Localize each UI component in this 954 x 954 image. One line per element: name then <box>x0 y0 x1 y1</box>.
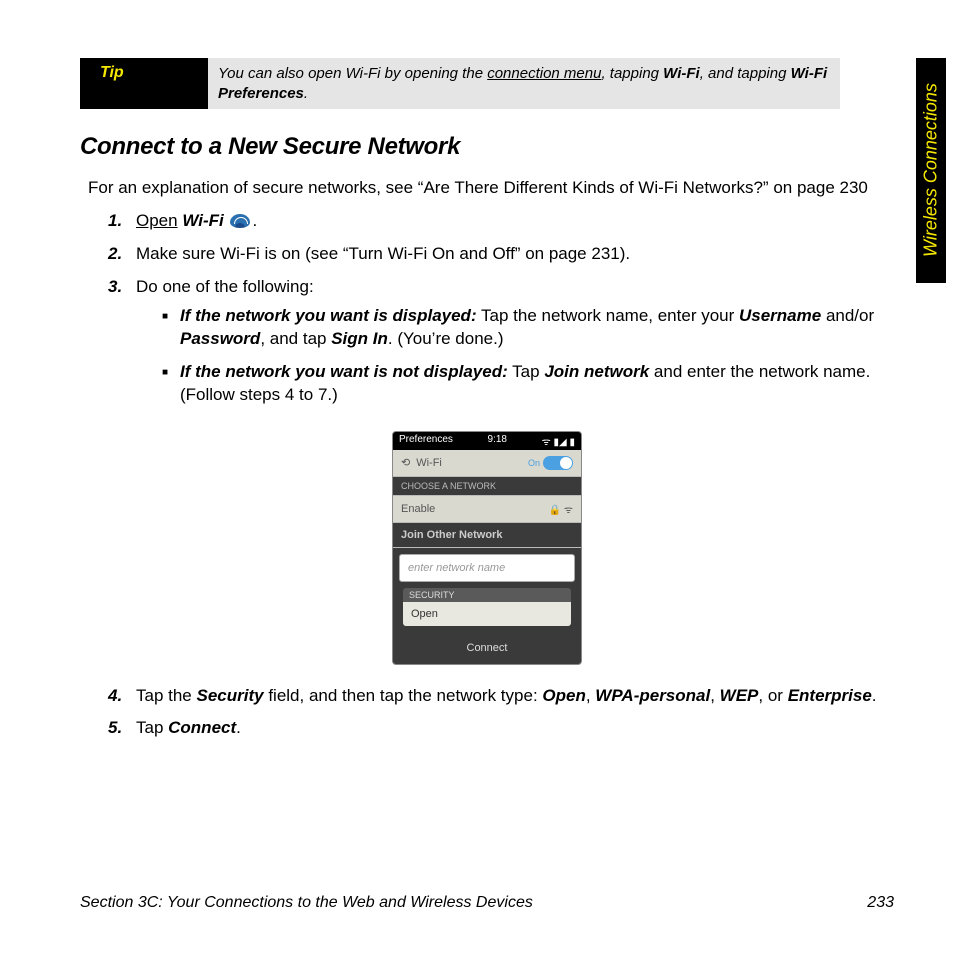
network-row-enable[interactable]: Enable 🔒 ᯤ <box>393 496 581 523</box>
status-left: Preferences <box>399 434 453 448</box>
wifi-icon <box>230 214 250 228</box>
step-2: 2. Make sure Wi-Fi is on (see “Turn Wi-F… <box>108 243 898 266</box>
page-footer: Section 3C: Your Connections to the Web … <box>80 894 894 912</box>
intro-paragraph: For an explanation of secure networks, s… <box>88 177 908 200</box>
app-name: Wi-Fi <box>182 211 223 230</box>
steps-list: 1. Open Wi-Fi . 2. Make sure Wi-Fi is on… <box>108 210 898 417</box>
step-text: . <box>252 211 257 230</box>
step-number: 4. <box>108 685 136 708</box>
side-tab: Wireless Connections <box>916 58 946 283</box>
signal-icon: 🔒 ᯤ <box>549 502 573 516</box>
step-number: 1. <box>108 210 136 233</box>
step-text: . <box>236 718 241 737</box>
bullet-icon: ■ <box>162 305 180 351</box>
sub-text: . (You’re done.) <box>388 329 504 348</box>
manual-page: Wireless Connections Tip You can also op… <box>0 0 954 954</box>
section-heading: Connect to a New Secure Network <box>80 133 894 161</box>
tip-label: Tip <box>80 58 208 109</box>
step-text: field, and then tap the network type: <box>264 686 543 705</box>
step-number: 2. <box>108 243 136 266</box>
phone-status-bar: Preferences 9:18 ᯤ ▮◢ ▮ <box>393 432 581 450</box>
bullet-icon: ■ <box>162 361 180 407</box>
phone-screenshot: Preferences 9:18 ᯤ ▮◢ ▮ ⟲ Wi-Fi On CHOOSE… <box>80 431 894 665</box>
term: Sign In <box>331 329 388 348</box>
wifi-toggle[interactable] <box>543 456 573 470</box>
wifi-small-icon: ⟲ <box>401 456 410 469</box>
tip-text: You can also open Wi-Fi by opening the <box>218 65 487 82</box>
security-field[interactable]: SECURITY Open <box>403 588 571 626</box>
term: Join network <box>544 362 649 381</box>
phone-screen: Preferences 9:18 ᯤ ▮◢ ▮ ⟲ Wi-Fi On CHOOSE… <box>392 431 582 665</box>
footer-section: Section 3C: Your Connections to the Web … <box>80 894 533 912</box>
step-number: 5. <box>108 717 136 740</box>
open-link[interactable]: Open <box>136 211 178 230</box>
step-text: . <box>872 686 877 705</box>
step-text: , <box>710 686 719 705</box>
sub-text: Tap <box>508 362 545 381</box>
connect-button[interactable]: Connect <box>393 634 581 664</box>
sub-text: , and tap <box>260 329 331 348</box>
term: Enterprise <box>788 686 872 705</box>
step-5: 5. Tap Connect. <box>108 717 898 740</box>
sub-text: Tap the network name, enter your <box>477 306 739 325</box>
step-1: 1. Open Wi-Fi . <box>108 210 898 233</box>
wifi-label: Wi-Fi <box>416 457 442 469</box>
step-number: 3. <box>108 276 136 417</box>
term: WPA-personal <box>595 686 710 705</box>
sub-text: and/or <box>821 306 874 325</box>
sub-item-displayed: ■ If the network you want is displayed: … <box>162 305 898 351</box>
step-text: Do one of the following: <box>136 277 314 296</box>
tip-text: , and tapping <box>700 65 791 82</box>
tip-text: . <box>304 85 308 102</box>
network-name: Enable <box>401 503 435 515</box>
security-value: Open <box>403 602 571 626</box>
steps-list-cont: 4. Tap the Security field, and then tap … <box>108 685 898 741</box>
connection-menu-link[interactable]: connection menu <box>487 65 601 82</box>
toggle-label: On <box>528 458 540 468</box>
step-text: Make sure Wi-Fi is on (see “Turn Wi-Fi O… <box>136 243 898 266</box>
step-text: , <box>586 686 595 705</box>
sub-list: ■ If the network you want is displayed: … <box>162 305 898 407</box>
step-text: Tap the <box>136 686 197 705</box>
choose-network-header: CHOOSE A NETWORK <box>393 477 581 496</box>
step-text: Tap <box>136 718 168 737</box>
term: Security <box>197 686 264 705</box>
step-4: 4. Tap the Security field, and then tap … <box>108 685 898 708</box>
term: Username <box>739 306 821 325</box>
wifi-toggle-row: ⟲ Wi-Fi On <box>393 450 581 477</box>
term: Open <box>542 686 585 705</box>
join-other-title: Join Other Network <box>393 523 581 548</box>
step-3: 3. Do one of the following: ■ If the net… <box>108 276 898 417</box>
tip-body: You can also open Wi-Fi by opening the c… <box>208 58 840 109</box>
tip-text: , tapping <box>601 65 663 82</box>
tip-box: Tip You can also open Wi-Fi by opening t… <box>80 58 840 109</box>
term: Password <box>180 329 260 348</box>
sub-item-not-displayed: ■ If the network you want is not display… <box>162 361 898 407</box>
sub-bold: If the network you want is not displayed… <box>180 362 508 381</box>
security-label: SECURITY <box>403 588 571 602</box>
sub-bold: If the network you want is displayed: <box>180 306 477 325</box>
page-number: 233 <box>867 894 894 912</box>
term: Connect <box>168 718 236 737</box>
status-icons: ᯤ ▮◢ ▮ <box>542 434 575 448</box>
status-time: 9:18 <box>488 434 507 448</box>
tip-bold: Wi-Fi <box>663 65 700 82</box>
term: WEP <box>720 686 759 705</box>
step-text: , or <box>758 686 787 705</box>
network-name-input[interactable]: enter network name <box>399 554 575 582</box>
